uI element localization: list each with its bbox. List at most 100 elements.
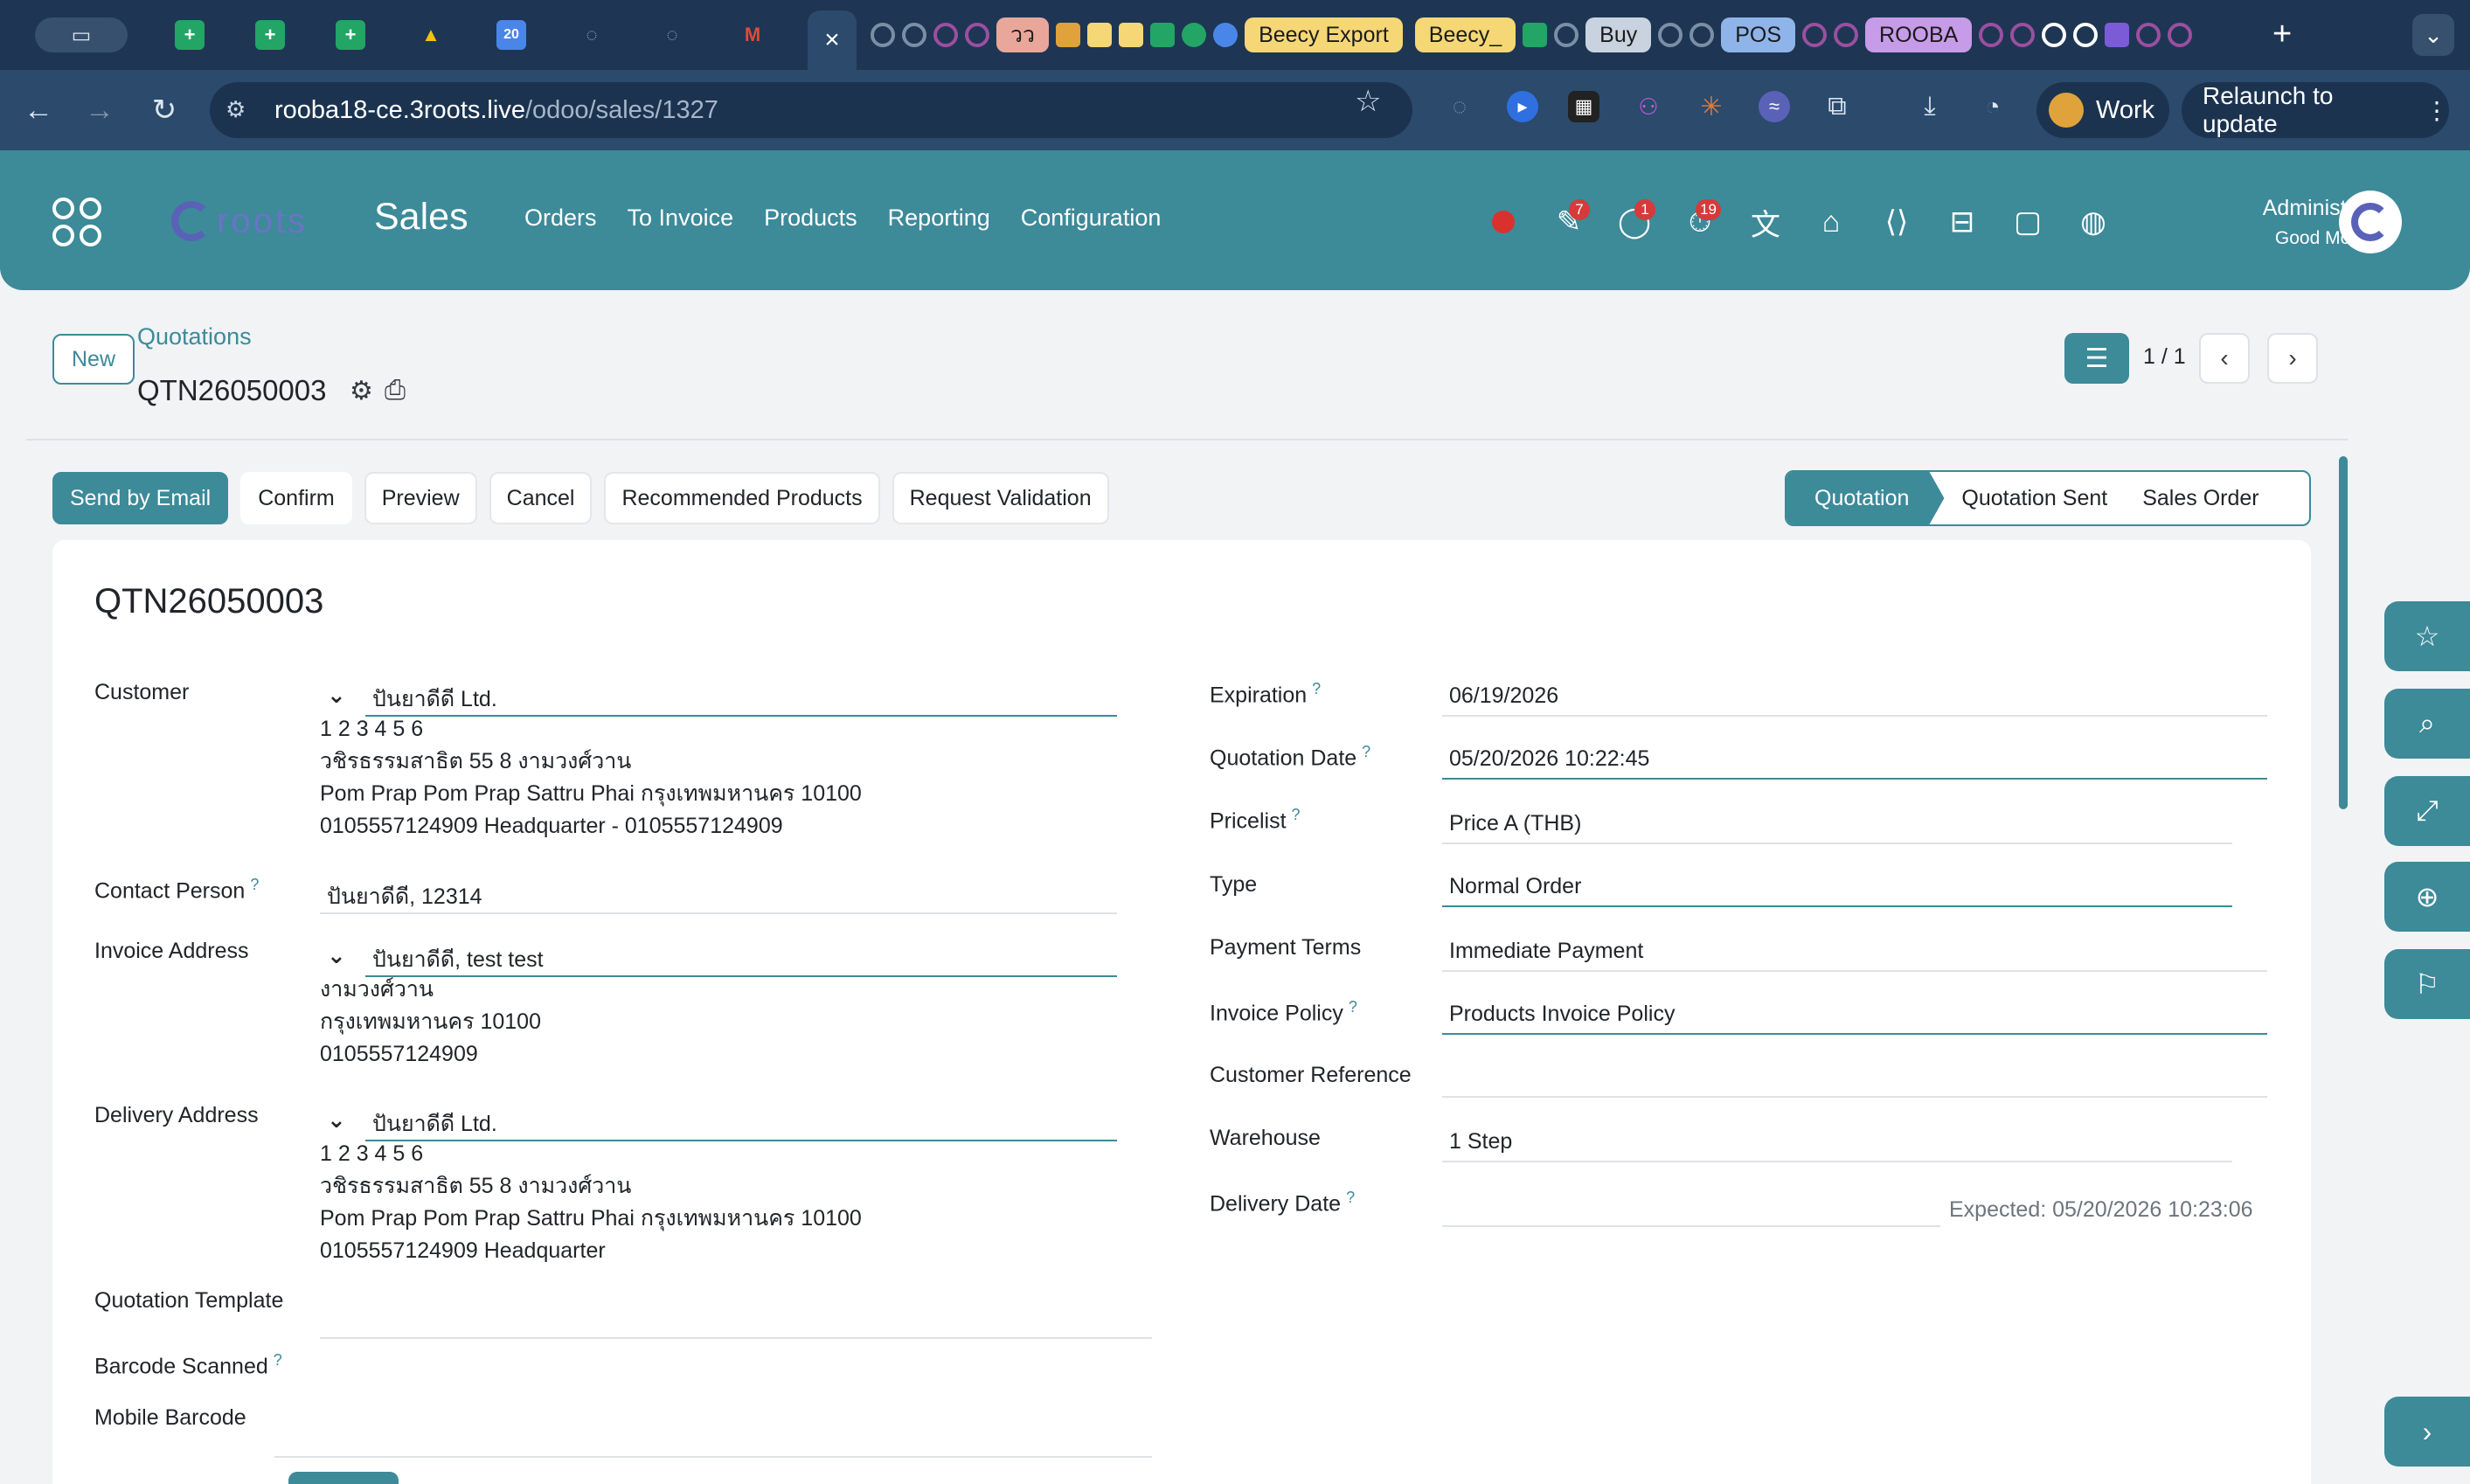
paint-roller-icon[interactable]: ⊟ [1938,198,1987,246]
delivery-address-field[interactable]: ปันยาดีดี Ltd. [372,1106,497,1141]
stage-sales-order[interactable]: Sales Order [2125,472,2276,524]
customer-field[interactable]: ปันยาดีดี Ltd. [372,682,497,717]
new-tab-icon[interactable]: + [2272,16,2292,53]
tab-favicon[interactable] [1056,23,1081,47]
breadcrumb-quotations[interactable]: Quotations [137,323,252,350]
preview-button[interactable]: Preview [364,472,477,524]
pager-next-icon[interactable]: › [2267,333,2318,384]
drive-icon[interactable]: ▲ [416,20,446,50]
tab-group-pill[interactable]: ▭ [35,17,128,52]
tab-chip-buy[interactable]: Buy [1585,17,1652,52]
lightbulb-icon[interactable]: ◍ [2069,198,2118,246]
help-icon[interactable]: ? [1292,806,1301,823]
view-settings-icon[interactable]: ☰ [2064,333,2129,384]
activity-edit-icon[interactable]: ✎ 7 [1544,198,1593,246]
sheets-icon[interactable]: + [175,20,205,50]
partial-button[interactable] [288,1472,399,1484]
tab-chip-pos[interactable]: POS [1721,17,1796,52]
help-icon[interactable]: ? [1346,1189,1355,1206]
bookmark-star-icon[interactable]: ☆ [1355,84,1381,119]
warehouse-field[interactable]: 1 Step [1449,1129,1512,1155]
back-icon[interactable]: ← [17,89,59,131]
more-menu-icon[interactable]: ⋮ [2425,96,2449,125]
extension-icon[interactable]: ≈ [1759,91,1790,122]
help-icon[interactable]: ? [250,876,259,893]
menu-orders[interactable]: Orders [524,205,597,232]
tab-chip-beecy-export[interactable]: Beecy Export [1245,17,1403,52]
contact-person-field[interactable]: ปันยาดีดี, 12314 [327,879,482,914]
tab-favicon[interactable] [1119,23,1144,47]
company-icon[interactable]: ⌂ [1807,198,1856,246]
tab-chip-rooba[interactable]: ROOBA [1865,17,1973,52]
cancel-button[interactable]: Cancel [489,472,593,524]
timer-icon[interactable]: ⏱ 19 [1676,198,1724,246]
recording-icon[interactable] [1479,198,1528,246]
customer-chevron-down-icon[interactable]: ⌄ [327,682,346,709]
extension-icon[interactable]: ▸ [1507,91,1538,122]
menu-to-invoice[interactable]: To Invoice [628,205,734,232]
quotation-date-field[interactable]: 05/20/2026 10:22:45 [1449,746,1649,772]
delivery-chevron-down-icon[interactable]: ⌄ [327,1106,346,1134]
tab-favicon[interactable] [2010,23,2036,47]
send-by-email-button[interactable]: Send by Email [52,472,229,524]
tab-favicon[interactable] [1689,23,1715,47]
messages-icon[interactable]: ◯ 1 [1610,198,1659,246]
code-icon[interactable]: ⟨⟩ [1872,198,1921,246]
tab-favicon[interactable] [933,23,958,47]
gmail-icon[interactable]: M [738,20,767,50]
confirm-button[interactable]: Confirm [240,472,352,524]
payment-terms-field[interactable]: Immediate Payment [1449,939,1643,964]
tab-favicon[interactable] [1658,23,1683,47]
tab-favicon[interactable] [1087,23,1113,47]
tab-favicon[interactable] [1554,23,1579,47]
delivery-date-field[interactable] [1442,1225,1940,1227]
tab-favicon[interactable] [965,23,989,47]
menu-reporting[interactable]: Reporting [888,205,990,232]
gear-icon[interactable]: ⚙ [350,376,373,406]
sheets-icon[interactable] [1523,23,1548,47]
company-logo[interactable]: roots [171,201,308,241]
download-icon[interactable]: ⤓ [1914,91,1946,122]
note-icon[interactable]: ▢ [2003,198,2052,246]
stage-quotation[interactable]: Quotation [1787,472,1945,524]
profile-button[interactable]: Work [2036,82,2169,138]
site-settings-icon[interactable]: ⚙ [225,96,253,124]
tab-favicon[interactable] [1979,23,2004,47]
help-icon[interactable]: ? [274,1351,282,1369]
sheets-icon[interactable]: + [255,20,285,50]
pager-value[interactable]: 1 / 1 [2143,344,2186,370]
tab-favicon[interactable] [2136,23,2161,47]
forward-icon[interactable]: → [79,89,121,131]
extension-icon[interactable]: ✳ [1696,91,1727,122]
invoice-chevron-down-icon[interactable]: ⌄ [327,942,346,969]
pricelist-field[interactable]: Price A (THB) [1449,811,1581,836]
help-icon[interactable]: ? [1362,743,1370,760]
app-title[interactable]: Sales [374,196,468,239]
search-icon[interactable]: ⌕ [2384,689,2470,759]
sheets-icon[interactable]: + [336,20,365,50]
address-bar[interactable]: rooba18-ce.3roots.live/odoo/sales/1327 [210,82,1412,138]
extension-icon[interactable]: ⚇ [1633,91,1664,122]
relaunch-button[interactable]: Relaunch to update ⋮ [2182,82,2449,138]
menu-configuration[interactable]: Configuration [1021,205,1162,232]
extension-icon[interactable]: ◌ [1444,91,1475,122]
request-validation-button[interactable]: Request Validation [892,472,1109,524]
tab-favicon[interactable] [902,23,926,47]
print-icon[interactable]: ⎙ [385,376,406,406]
stage-quotation-sent[interactable]: Quotation Sent [1944,472,2125,524]
tab-search-icon[interactable]: ⌄ [2412,14,2454,56]
performance-icon[interactable]: ◔ [1977,91,2009,122]
tab-favicon[interactable] [871,23,895,47]
help-icon[interactable]: ? [1349,998,1357,1016]
zoom-icon[interactable]: ⊕ [2384,862,2470,932]
tab-favicon[interactable] [1834,23,1859,47]
chevron-right-icon[interactable]: › [2384,1397,2470,1467]
tab-favicon[interactable] [1182,23,1207,47]
bookmark-icon[interactable]: ⚐ [2384,949,2470,1019]
google-icon[interactable] [2042,23,2067,47]
extension-icon[interactable]: ▦ [1568,91,1599,122]
tab-chip[interactable]: วว [996,17,1050,52]
sheets-icon[interactable] [1150,23,1176,47]
tab-favicon[interactable] [1802,23,1828,47]
tab-favicon[interactable] [2168,23,2193,47]
